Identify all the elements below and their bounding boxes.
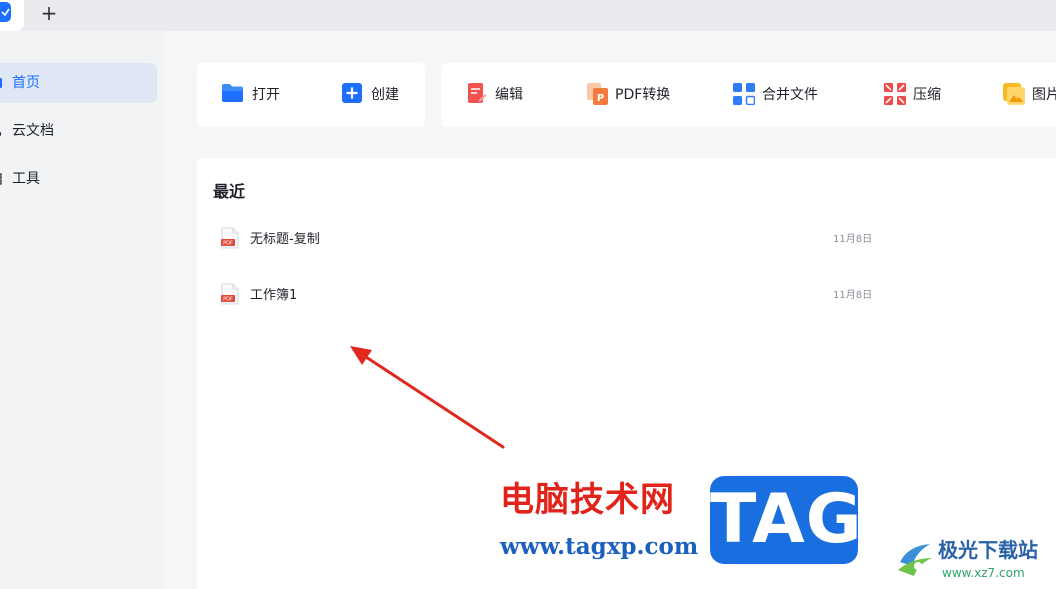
merge-files-button[interactable]: 合并文件 (733, 83, 833, 107)
tools-icon (0, 173, 2, 185)
sidebar-item-label: 云文档 (12, 123, 54, 139)
file-name: 工作簿1 (250, 288, 298, 303)
tool-label: 压缩 (913, 87, 941, 103)
tools-card: 编辑 P PDF转换 合并文件 压缩 图片 (441, 63, 1056, 127)
quick-actions-card: 打开 创建 (197, 63, 425, 127)
open-label: 打开 (252, 87, 280, 103)
title-bar: + (0, 0, 1056, 31)
tool-label: 合并文件 (762, 87, 818, 103)
sidebar-item-home[interactable]: 首页 (0, 63, 157, 103)
pdf-file-icon: PDF (221, 283, 239, 305)
home-icon (0, 78, 2, 88)
pdf-convert-icon: P (587, 83, 608, 105)
pdf-file-icon: PDF (221, 227, 239, 249)
edit-button[interactable]: 编辑 (467, 83, 537, 107)
tool-label: PDF转换 (615, 87, 671, 103)
sidebar-item-tools[interactable]: 工具 (0, 159, 157, 199)
compress-icon (884, 83, 906, 105)
app-logo-icon (0, 2, 11, 22)
svg-text:PDF: PDF (223, 297, 233, 303)
edit-icon (468, 83, 487, 103)
pdf-convert-button[interactable]: P PDF转换 (587, 83, 687, 107)
open-button[interactable]: 打开 (221, 83, 291, 107)
recent-files-panel: 最近 PDF 无标题-复制 11月8日 PDF 工作簿1 11月8日 (197, 158, 1056, 589)
watermark-site2-url: www.xz7.com (942, 566, 1025, 580)
folder-open-icon (222, 84, 243, 102)
plus-square-icon (342, 83, 362, 103)
tool-label: 图片 (1032, 87, 1056, 103)
watermark-site2-name: 极光下载站 (938, 538, 1038, 562)
svg-text:PDF: PDF (223, 241, 233, 247)
watermark-tag-logo: TAG (710, 476, 863, 564)
file-date: 11月8日 (833, 290, 873, 301)
create-label: 创建 (371, 87, 399, 103)
compress-button[interactable]: 压缩 (884, 83, 964, 107)
recent-file-row[interactable]: PDF 工作簿1 11月8日 (197, 276, 897, 316)
cloud-doc-icon (0, 131, 2, 137)
sidebar: 首页 云文档 工具 (0, 31, 165, 589)
sidebar-item-label: 首页 (12, 75, 40, 91)
new-tab-button[interactable]: + (38, 3, 60, 25)
aurora-logo-icon (898, 544, 932, 576)
image-icon (1003, 83, 1025, 105)
watermark-tag-text: TAG (710, 480, 863, 559)
merge-files-icon (733, 83, 755, 105)
image-button[interactable]: 图片 (1003, 83, 1056, 107)
app-tab[interactable] (0, 0, 24, 31)
create-button[interactable]: 创建 (342, 83, 412, 107)
sidebar-item-label: 工具 (12, 171, 40, 187)
watermark-site-name: 电脑技术网 (500, 480, 675, 520)
svg-text:P: P (597, 93, 604, 104)
file-date: 11月8日 (833, 234, 873, 245)
sidebar-item-cloud-docs[interactable]: 云文档 (0, 111, 157, 151)
recent-title: 最近 (213, 182, 246, 201)
watermark-site-url: www.tagxp.com (500, 533, 699, 560)
file-name: 无标题-复制 (250, 232, 320, 247)
recent-file-row[interactable]: PDF 无标题-复制 11月8日 (197, 220, 897, 260)
tool-label: 编辑 (495, 87, 523, 103)
